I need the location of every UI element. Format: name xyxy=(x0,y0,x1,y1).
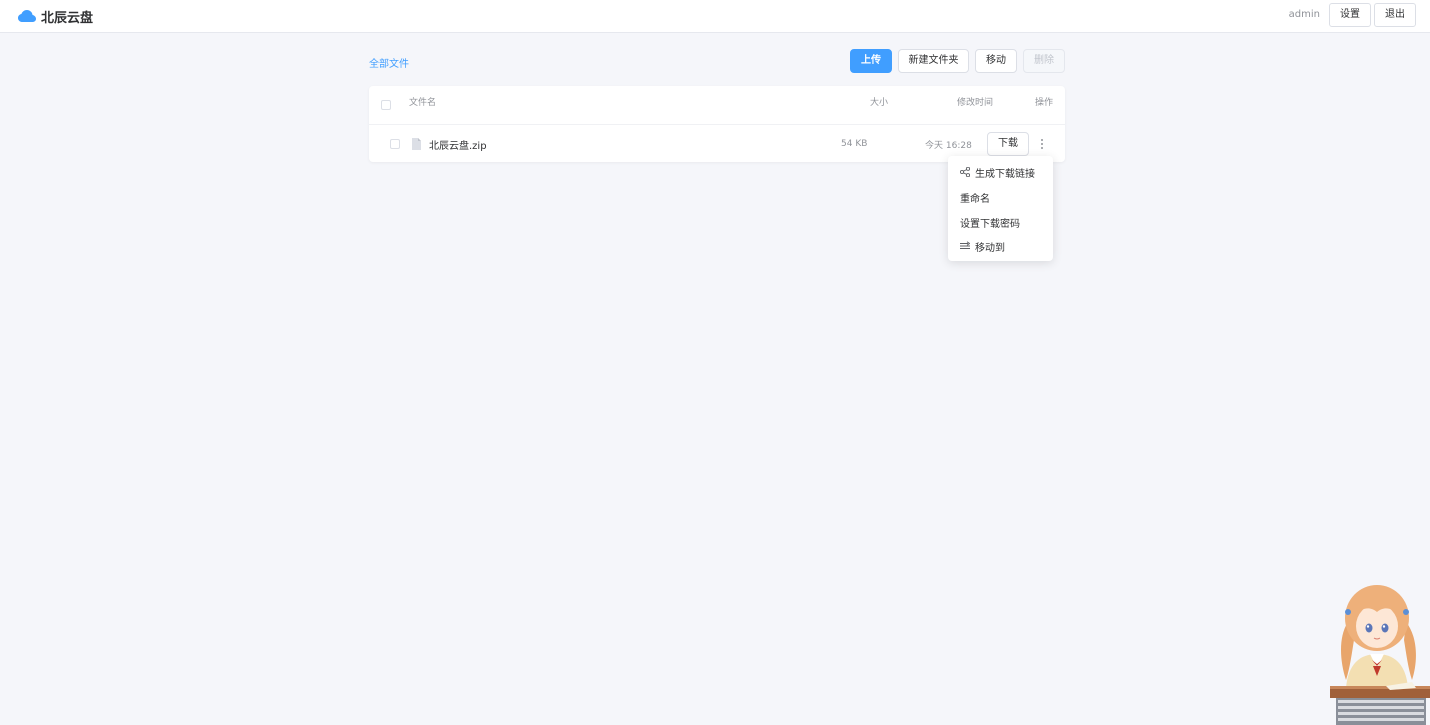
top-bar: 北辰云盘 admin 设置 退出 xyxy=(0,0,1430,33)
menu-item-label: 生成下载链接 xyxy=(975,169,1035,180)
file-size: 54 KB xyxy=(841,139,868,149)
menu-item-move-to[interactable]: 移动到 xyxy=(948,234,1053,258)
file-icon xyxy=(412,138,421,150)
username[interactable]: admin xyxy=(1289,9,1320,20)
column-name[interactable]: 文件名 xyxy=(409,95,436,108)
upload-button[interactable]: 上传 xyxy=(850,49,892,73)
select-all-checkbox[interactable] xyxy=(381,100,391,110)
cloud-icon xyxy=(18,10,36,22)
menu-item-label: 重命名 xyxy=(960,194,990,205)
menu-item-label: 设置下载密码 xyxy=(960,219,1020,230)
move-icon xyxy=(960,241,970,249)
breadcrumb-all-files[interactable]: 全部文件 xyxy=(369,55,409,70)
mascot-illustration xyxy=(1330,585,1430,725)
app-name: 北辰云盘 xyxy=(41,10,94,26)
file-table: 文件名 大小 修改时间 操作 北辰云盘.zip 54 KB 今天 16:28 下… xyxy=(369,86,1065,162)
file-modified: 今天 16:28 xyxy=(925,141,972,151)
settings-button[interactable]: 设置 xyxy=(1329,3,1371,27)
menu-item-rename[interactable]: 重命名 xyxy=(948,185,1053,209)
menu-item-set-password[interactable]: 设置下载密码 xyxy=(948,210,1053,234)
logout-button[interactable]: 退出 xyxy=(1374,3,1416,27)
menu-item-generate-link[interactable]: 生成下载链接 xyxy=(948,160,1053,184)
share-icon xyxy=(960,167,970,177)
column-actions: 操作 xyxy=(1035,98,1054,108)
file-context-menu: 生成下载链接 重命名 设置下载密码 移动到 xyxy=(948,156,1053,261)
new-folder-button[interactable]: 新建文件夹 xyxy=(898,49,969,73)
column-modified[interactable]: 修改时间 xyxy=(957,95,993,108)
file-name[interactable]: 北辰云盘.zip xyxy=(429,137,487,152)
move-button[interactable]: 移动 xyxy=(975,49,1017,73)
menu-item-label: 移动到 xyxy=(975,243,1005,254)
more-options-icon[interactable] xyxy=(1037,137,1047,151)
delete-button[interactable]: 删除 xyxy=(1023,49,1065,73)
column-size[interactable]: 大小 xyxy=(870,95,888,108)
brand[interactable]: 北辰云盘 xyxy=(18,6,93,26)
download-button[interactable]: 下载 xyxy=(987,132,1029,156)
table-header: 文件名 大小 修改时间 操作 xyxy=(369,86,1065,125)
row-checkbox[interactable] xyxy=(390,139,400,149)
